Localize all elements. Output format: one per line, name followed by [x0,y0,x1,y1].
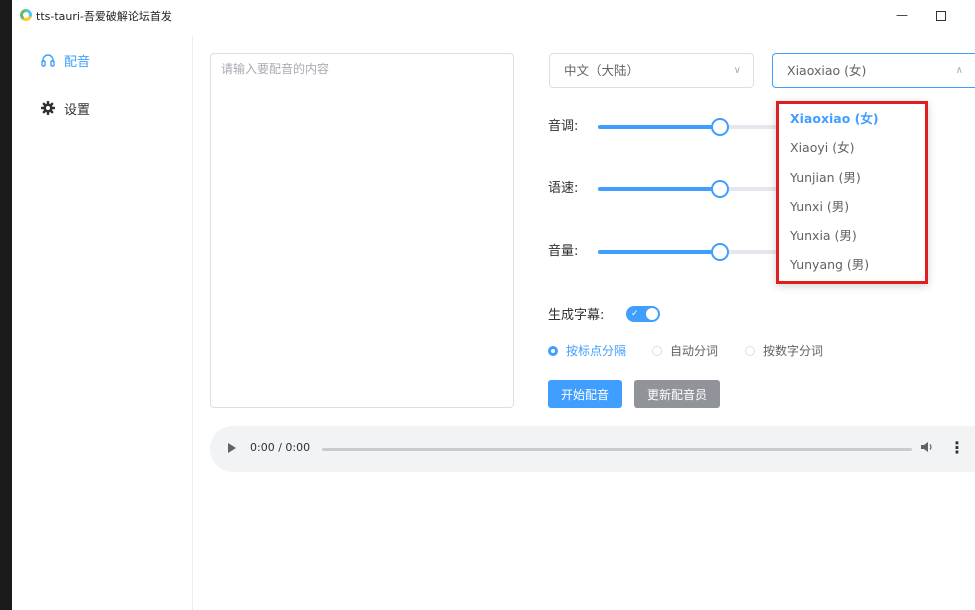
voice-option[interactable]: Yunyang (男) [790,255,869,275]
rate-slider[interactable] [598,180,778,198]
speaker-icon [921,442,932,452]
volume-slider-thumb[interactable] [710,243,729,261]
maximize-button[interactable] [929,4,953,26]
rate-slider-row: 语速: [548,179,778,199]
voice-option[interactable]: Xiaoyi (女) [790,138,854,158]
subtitle-row: 生成字幕: ✓ [548,304,660,324]
audio-player: 0:00 / 0:00 ⋮ [210,426,975,472]
sidebar-item-label: 设置 [64,102,91,118]
pitch-slider-row: 音调: [548,117,778,137]
radio-dot [652,345,662,356]
pitch-slider-thumb[interactable] [710,118,729,136]
check-icon: ✓ [631,309,639,319]
radio-number-split[interactable]: 按数字分词 [745,342,823,359]
audio-time: 0:00 / 0:00 [250,441,311,454]
voice-option[interactable]: Yunxia (男) [790,226,857,246]
radio-label: 自动分词 [670,344,719,358]
title-bar: tts-tauri-吾爱破解论坛首发 — [12,0,975,30]
radio-label: 按标点分隔 [566,344,627,358]
voice-dropdown: Xiaoxiao (女) Xiaoyi (女) Yunjian (男) Yunx… [776,101,928,284]
radio-label: 按数字分词 [763,344,824,358]
sidebar: 配音 设置 [12,36,193,610]
language-select-value: 中文（大陆） [564,63,640,78]
voice-select[interactable]: Xiaoxiao (女) ∧ [772,53,975,88]
audio-progress-bar[interactable] [322,448,912,451]
more-options-icon[interactable]: ⋮ [949,438,965,458]
volume-slider[interactable] [598,243,778,261]
subtitle-toggle[interactable]: ✓ [626,306,660,322]
voice-option[interactable]: Yunxi (男) [790,197,849,217]
update-voices-button[interactable]: 更新配音员 [634,380,720,408]
voice-option[interactable]: Yunjian (男) [790,168,861,188]
start-dubbing-button[interactable]: 开始配音 [548,380,622,408]
subtitle-label: 生成字幕: [548,308,605,323]
sidebar-item-dubbing[interactable]: 配音 [40,49,90,71]
chevron-down-icon: ∨ [733,65,741,76]
rate-slider-thumb[interactable] [710,180,729,198]
volume-slider-row: 音量: [548,242,778,262]
pitch-slider[interactable] [598,118,778,136]
volume-slider-fill [598,250,719,254]
voice-select-value: Xiaoxiao (女) [787,63,867,78]
chevron-up-icon: ∧ [955,65,963,76]
pitch-label: 音调: [548,119,579,134]
radio-auto-split[interactable]: 自动分词 [652,342,718,359]
radio-dot [548,345,558,356]
sidebar-item-label: 配音 [64,54,91,70]
radio-punctuation[interactable]: 按标点分隔 [548,342,626,359]
radio-dot [745,345,755,356]
play-icon[interactable] [228,443,236,453]
maximize-icon [936,10,946,21]
rate-slider-fill [598,187,719,191]
sidebar-item-settings[interactable]: 设置 [40,97,90,119]
app-logo-icon [20,9,32,21]
window-title: tts-tauri-吾爱破解论坛首发 [36,10,172,23]
rate-label: 语速: [548,181,579,196]
app-window: tts-tauri-吾爱破解论坛首发 — 配音 设置 请输入要配音的内容 中文（… [12,0,975,610]
volume-icon[interactable] [920,440,934,457]
toggle-knob [646,308,658,320]
pitch-slider-fill [598,125,719,129]
headphones-icon [41,54,55,67]
voice-option[interactable]: Xiaoxiao (女) [790,109,879,129]
dubbing-text-input[interactable] [210,53,514,408]
volume-label: 音量: [548,244,579,259]
gear-icon [41,101,55,115]
language-select[interactable]: 中文（大陆） ∨ [549,53,754,88]
minimize-button[interactable]: — [890,4,914,26]
